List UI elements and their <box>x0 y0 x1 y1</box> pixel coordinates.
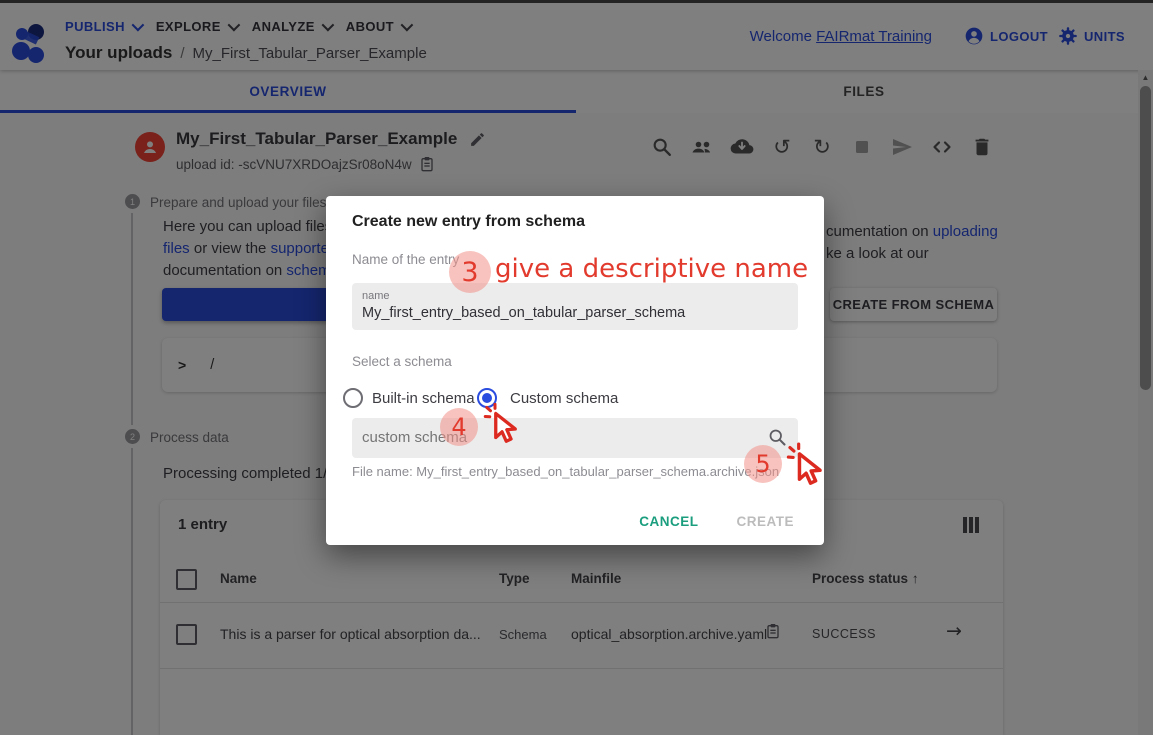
dialog-title: Create new entry from schema <box>352 213 585 231</box>
annotation-text-3: give a descriptive name <box>495 254 808 284</box>
custom-schema-field[interactable] <box>352 418 798 458</box>
entry-name-field[interactable]: name <box>352 283 798 330</box>
file-name-helper: File name: My_first_entry_based_on_tabul… <box>352 464 779 479</box>
annotation-cursor-icon <box>786 442 824 488</box>
annotation-badge-5: 5 <box>744 445 782 483</box>
schema-search-icon[interactable] <box>767 427 788 448</box>
dialog-actions: CANCEL CREATE <box>639 514 794 529</box>
cancel-button[interactable]: CANCEL <box>639 514 698 529</box>
annotation-badge-4: 4 <box>440 408 478 446</box>
annotation-cursor-icon <box>482 403 520 445</box>
schema-section-label: Select a schema <box>352 354 452 369</box>
custom-schema-label[interactable]: Custom schema <box>510 390 618 407</box>
entry-name-input[interactable] <box>362 305 788 321</box>
name-section-label: Name of the entry <box>352 252 459 267</box>
create-entry-dialog: Create new entry from schema Name of the… <box>326 196 824 545</box>
custom-schema-input[interactable] <box>362 429 758 446</box>
create-button[interactable]: CREATE <box>736 514 794 529</box>
annotation-badge-3: 3 <box>449 251 491 293</box>
builtin-schema-radio[interactable] <box>343 388 363 408</box>
builtin-schema-label[interactable]: Built-in schema <box>372 390 475 407</box>
entry-name-field-label: name <box>362 290 390 302</box>
app-screen: PUBLISH EXPLORE ANALYZE ABOUT Your uploa… <box>0 0 1153 735</box>
